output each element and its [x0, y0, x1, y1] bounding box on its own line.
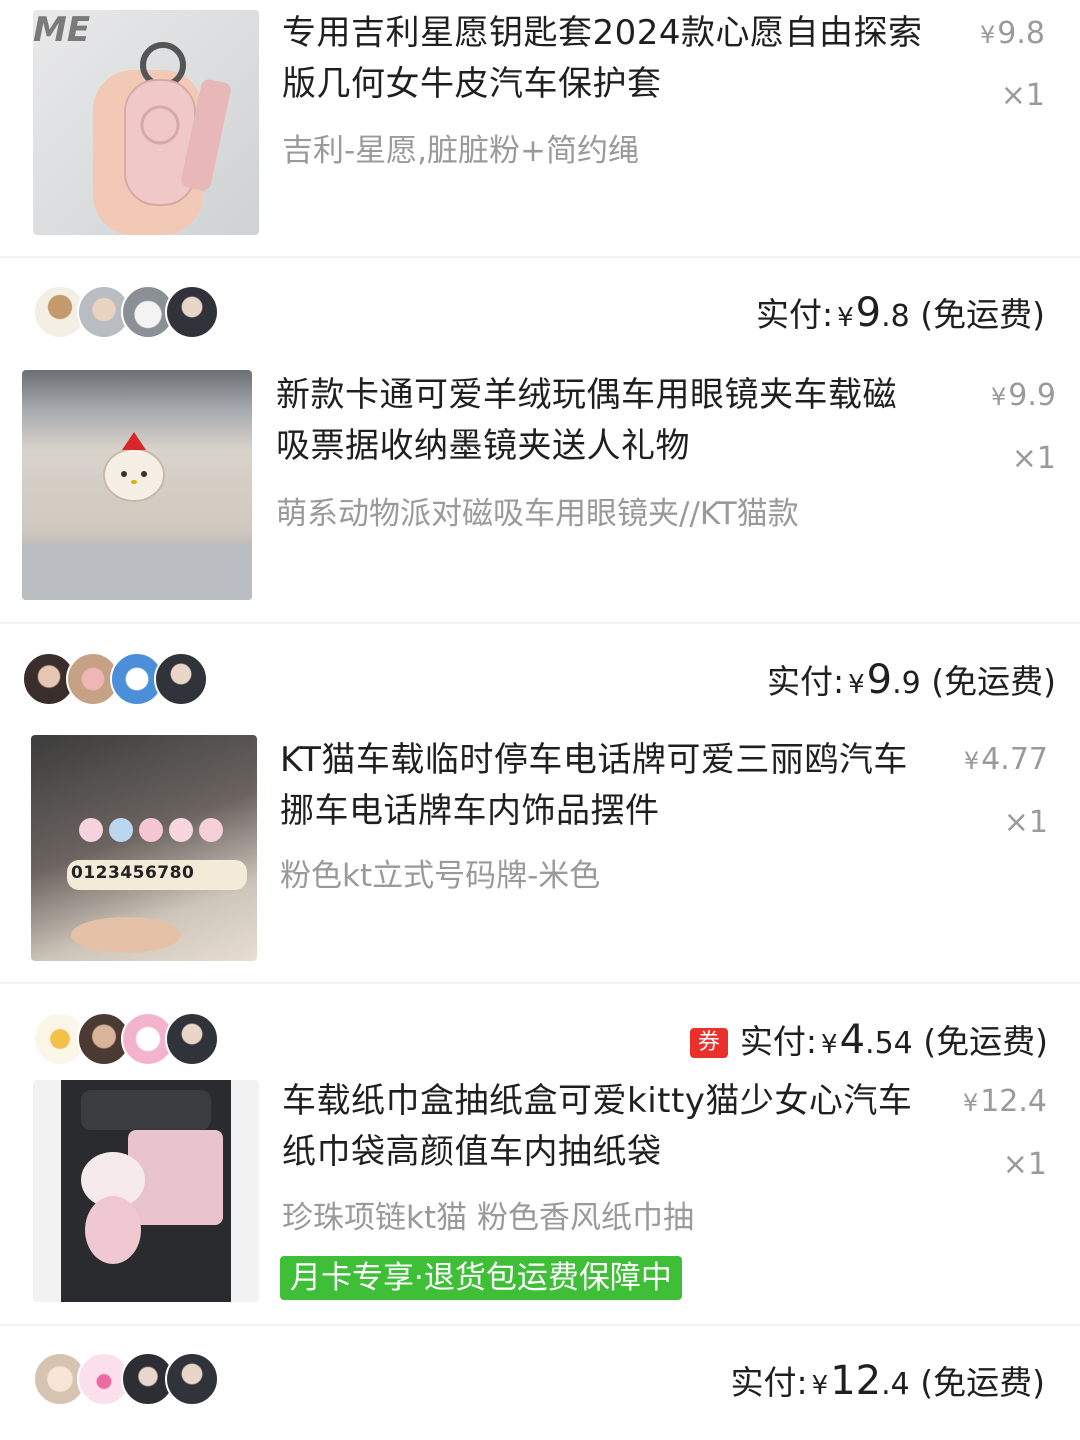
key-cover-illustration: [93, 42, 231, 235]
unit-price: ¥9.8: [980, 16, 1045, 51]
avatar: [154, 652, 208, 706]
currency-symbol: ¥: [991, 383, 1007, 411]
paid-amount-decimal: .4: [881, 1367, 910, 1402]
avatar-group[interactable]: [33, 1012, 219, 1068]
currency-symbol: ¥: [811, 1371, 829, 1401]
product-title[interactable]: 车载纸巾盒抽纸盒可爱kitty猫少女心汽车纸巾袋高颜值车内抽纸袋: [282, 1076, 932, 1178]
divider: [0, 622, 1080, 624]
paid-amount-decimal: .54: [865, 1026, 913, 1061]
parking-number-plate-illustration: [67, 818, 247, 953]
paid-amount-integer: 9: [855, 290, 882, 336]
paid-amount: 实付: ¥12.4 (免运费): [731, 1356, 1045, 1404]
paid-label: 实付:: [767, 662, 845, 701]
currency-symbol: ¥: [980, 21, 996, 49]
hello-kitty-clip-illustration: [22, 432, 252, 600]
shipping-note: (免运费): [923, 1022, 1048, 1061]
product-title[interactable]: KT猫车载临时停车电话牌可爱三丽鸥汽车挪车电话牌车内饰品摆件: [280, 735, 930, 837]
avatar-group[interactable]: [33, 1352, 219, 1408]
unit-price: ¥12.4: [963, 1084, 1047, 1119]
currency-symbol: ¥: [962, 1089, 979, 1117]
avatar: [165, 285, 219, 339]
paid-amount-integer: 4: [839, 1017, 866, 1063]
avatar-group[interactable]: [33, 285, 219, 341]
currency-symbol: ¥: [848, 670, 865, 700]
unit-price: ¥9.9: [991, 378, 1056, 413]
divider: [0, 1324, 1080, 1326]
paid-amount: 券实付: ¥4.54 (免运费): [689, 1015, 1048, 1063]
product-image-1[interactable]: ME: [33, 10, 259, 235]
product-sku: 萌系动物派对磁吸车用眼镜夹//KT猫款: [276, 496, 799, 532]
product-title[interactable]: 专用吉利星愿钥匙套2024款心愿自由探索版几何女牛皮汽车保护套: [282, 8, 932, 110]
unit-price-value: 4.77: [981, 742, 1048, 777]
avatar: [165, 1352, 219, 1406]
product-image-4[interactable]: [33, 1080, 259, 1302]
divider: [0, 256, 1080, 258]
shipping-note: (免运费): [920, 1363, 1045, 1402]
tissue-box-illustration: [61, 1080, 231, 1302]
unit-price-value: 12.4: [980, 1084, 1047, 1119]
product-sku: 吉利-星愿,脏脏粉+简约绳: [282, 133, 640, 169]
unit-price-value: 9.9: [1008, 378, 1056, 413]
quantity: ×1: [1003, 805, 1048, 840]
product-image-2[interactable]: [22, 370, 252, 600]
product-image-3[interactable]: 0123456780: [31, 735, 257, 961]
product-sku: 珍珠项链kt猫 粉色香风纸巾抽: [282, 1200, 694, 1236]
currency-symbol: ¥: [963, 747, 980, 775]
quantity: ×1: [1000, 78, 1045, 113]
paid-amount-integer: 9: [866, 657, 893, 703]
quantity: ×1: [1011, 441, 1056, 476]
currency-symbol: ¥: [837, 303, 854, 333]
coupon-icon: 券: [689, 1028, 728, 1058]
paid-amount-decimal: .8: [881, 299, 910, 334]
monthly-card-return-shipping-badge: 月卡专享·退货包运费保障中: [280, 1256, 682, 1300]
paid-amount-decimal: .9: [892, 666, 921, 701]
divider: [0, 982, 1080, 984]
avatar-group[interactable]: [22, 652, 208, 708]
paid-amount-integer: 12: [830, 1358, 882, 1404]
paid-amount: 实付: ¥9.9 (免运费): [767, 655, 1056, 703]
product-sku: 粉色kt立式号码牌-米色: [280, 858, 601, 894]
avatar: [165, 1012, 219, 1066]
unit-price-value: 9.8: [997, 16, 1045, 51]
paid-amount: 实付: ¥9.8 (免运费): [756, 288, 1045, 336]
shipping-note: (免运费): [920, 295, 1045, 334]
photo-plate-digits: 0123456780: [71, 863, 195, 883]
currency-symbol: ¥: [821, 1030, 838, 1060]
shipping-note: (免运费): [931, 662, 1056, 701]
paid-label: 实付:: [756, 295, 834, 334]
product-title[interactable]: 新款卡通可爱羊绒玩偶车用眼镜夹车载磁吸票据收纳墨镜夹送人礼物: [276, 370, 926, 472]
quantity: ×1: [1002, 1147, 1047, 1182]
paid-label: 实付:: [730, 1363, 808, 1402]
paid-label: 实付:: [739, 1022, 818, 1061]
unit-price: ¥4.77: [964, 742, 1048, 777]
